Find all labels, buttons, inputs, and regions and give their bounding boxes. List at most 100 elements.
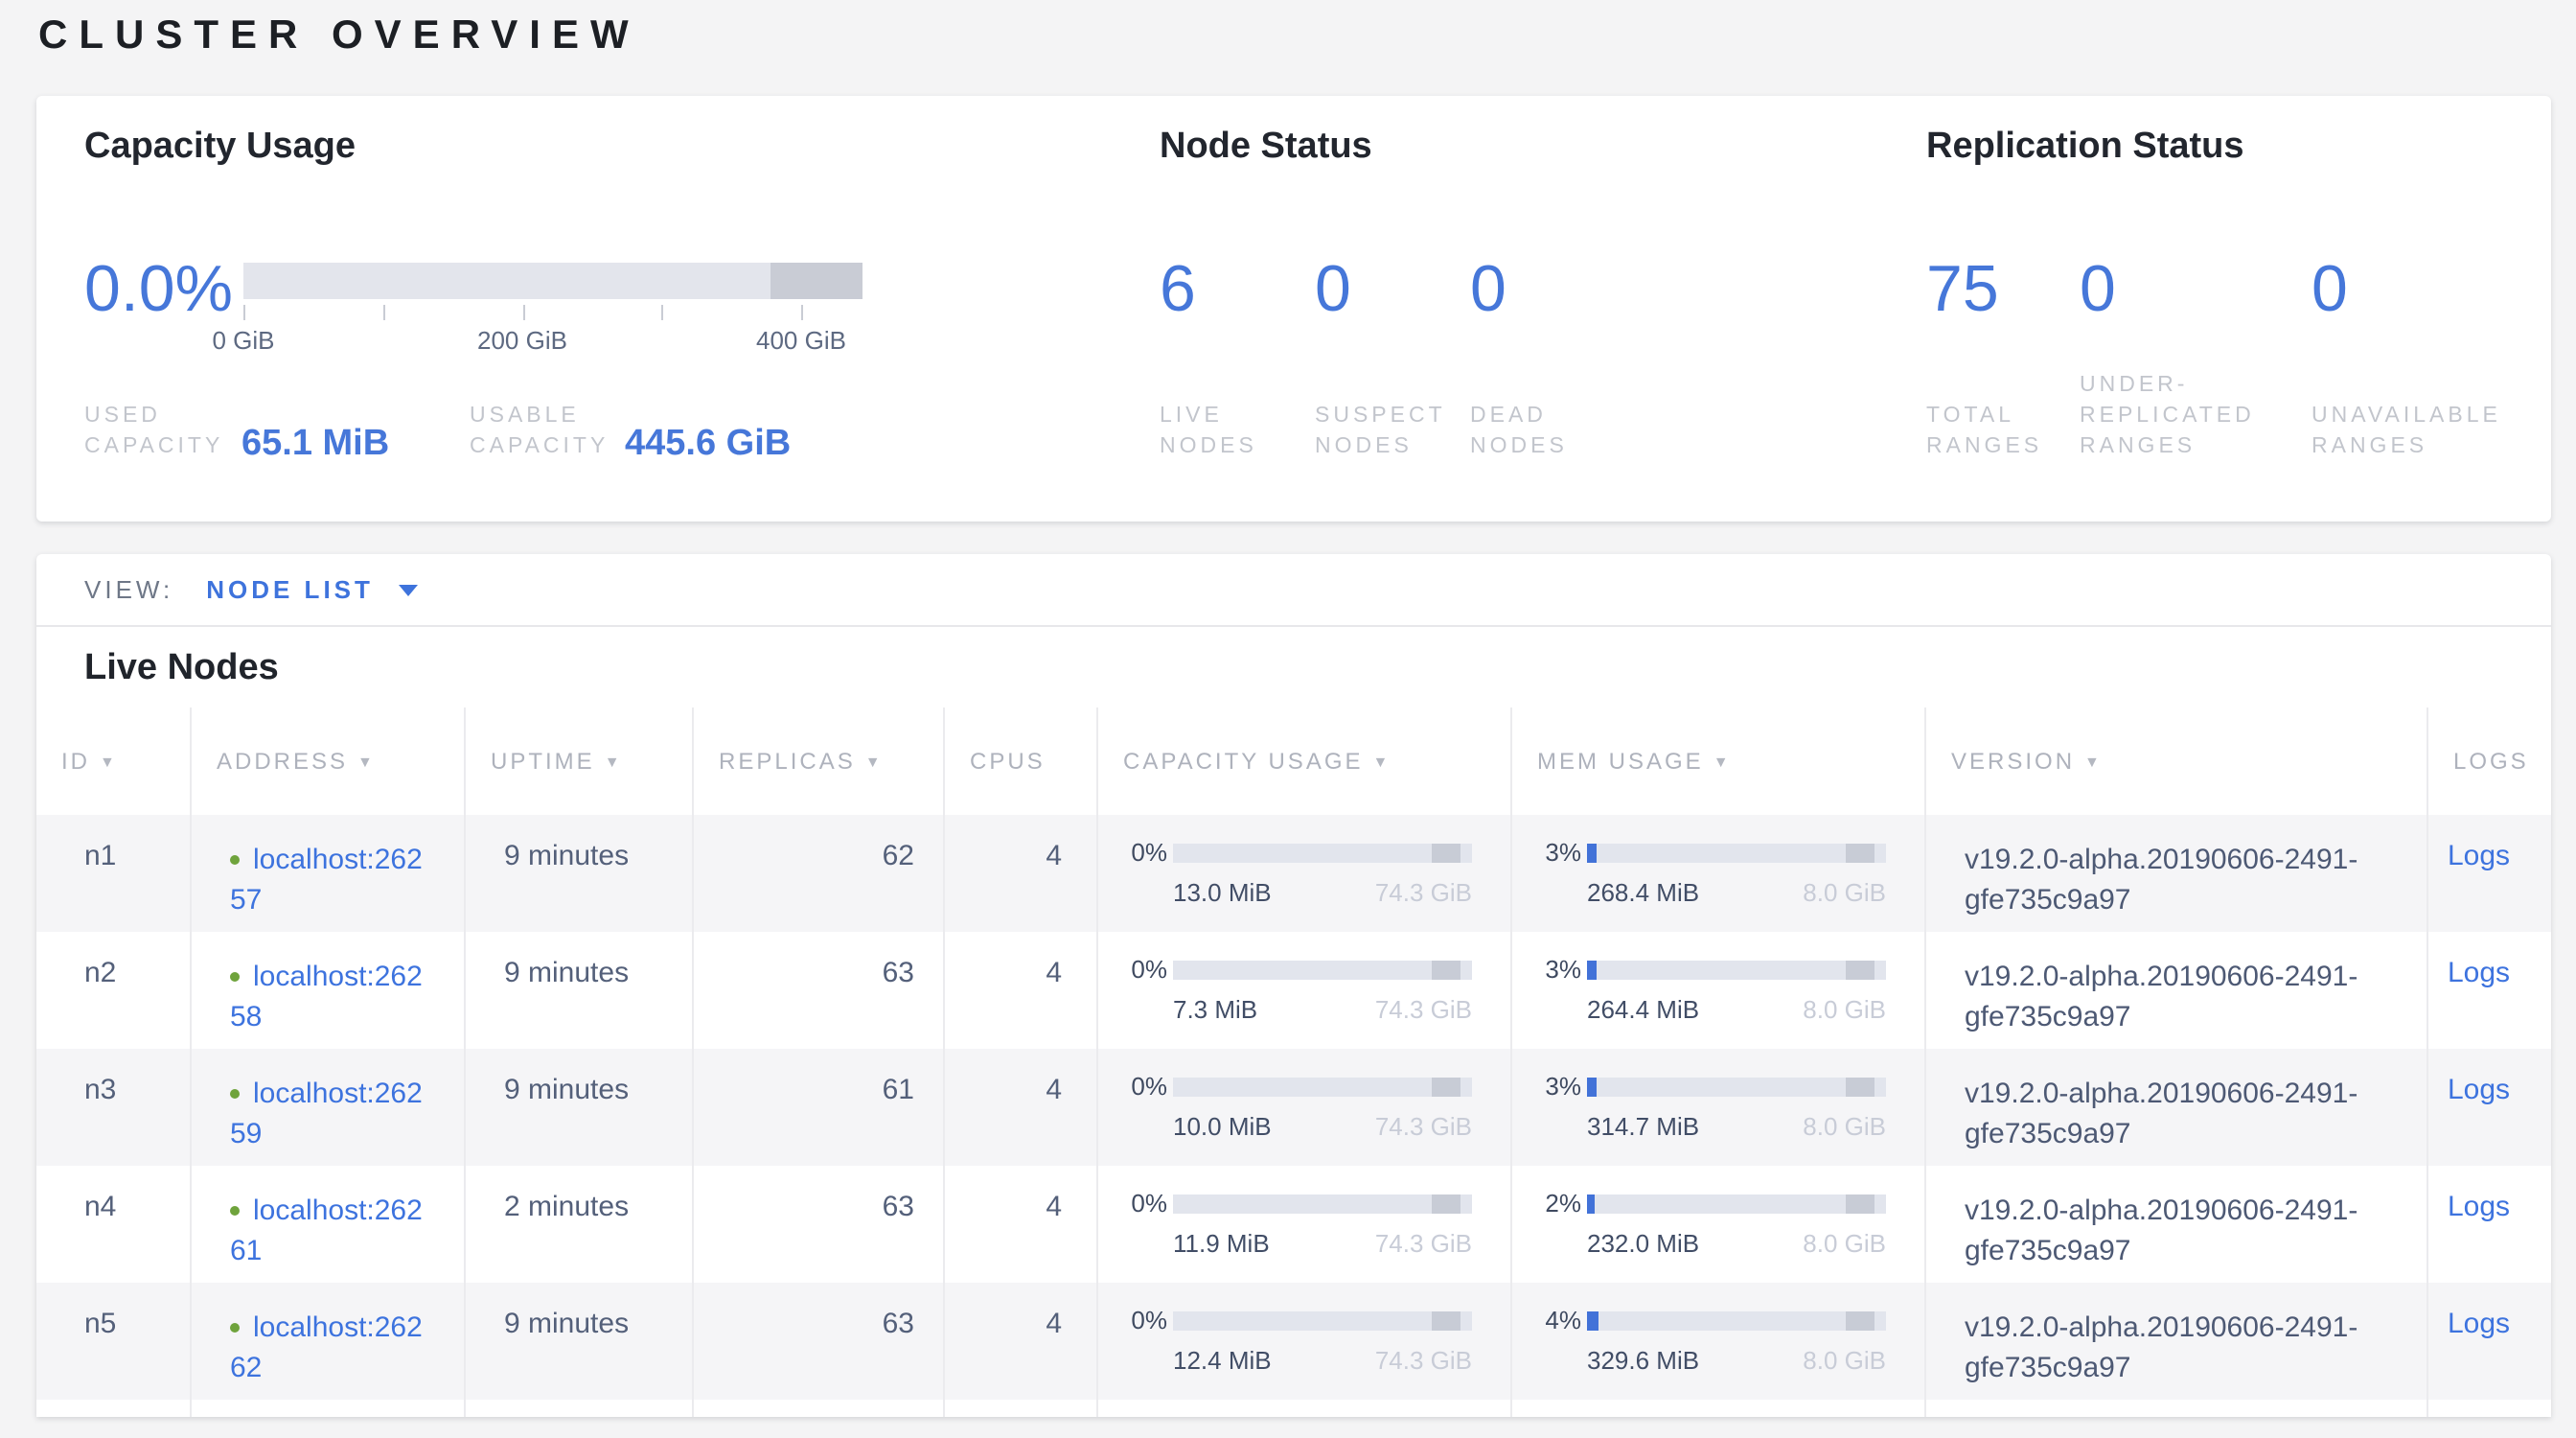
capacity-usage-values: 7.3 MiB74.3 GiB [1173, 995, 1472, 1024]
column-header-id[interactable]: ID▼ [36, 707, 190, 815]
capacity-usage-cell: 0% 11.9 MiB74.3 GiB [1096, 1166, 1510, 1283]
node-address-link[interactable]: localhost:26259 [230, 1078, 423, 1150]
mem-usage-bar-top: 3% [1539, 838, 1886, 867]
mem-usage-cell: 3%268.4 MiB8.0 GiB [1510, 815, 1924, 932]
table-row: n2localhost:262589 minutes6340%7.3 MiB74… [36, 932, 2551, 1049]
mem-usage-values: 264.4 MiB8.0 GiB [1587, 995, 1886, 1024]
table-cell-partial [943, 1400, 1096, 1417]
live-status-dot-icon [230, 1089, 240, 1099]
sort-caret-icon: ▼ [1373, 753, 1392, 770]
used-capacity-value: 65.1 MiB [242, 424, 389, 466]
under-replicated-ranges-value: 0 [2080, 257, 2116, 322]
mem-usage-dark-segment [1846, 1310, 1874, 1330]
column-header-uptime[interactable]: UPTIME▼ [464, 707, 692, 815]
mem-usage-max-value: 8.0 GiB [1803, 1229, 1886, 1258]
mem-usage-percent: 2% [1539, 1189, 1581, 1218]
capacity-usage-track [1173, 1310, 1472, 1330]
logs-link[interactable]: Logs [2448, 1308, 2510, 1340]
mem-usage-bar: 4%329.6 MiB8.0 GiB [1512, 1283, 1924, 1375]
capacity-usage-values: 13.0 MiB 74.3 GiB [1173, 878, 1472, 907]
mem-usage-track [1587, 843, 1886, 862]
mem-usage-track [1587, 1310, 1886, 1330]
dead-nodes-label: DEADNODES [1470, 401, 1568, 462]
node-address-link[interactable]: localhost:26257 [230, 844, 423, 916]
mem-usage-cell: 4%329.6 MiB8.0 GiB [1510, 1283, 1924, 1400]
capacity-usage-bar: 0% 11.9 MiB74.3 GiB [1098, 1166, 1510, 1258]
table-row: n5localhost:262629 minutes6340%12.4 MiB7… [36, 1283, 2551, 1400]
logs-cell: Logs [2426, 1283, 2551, 1400]
node-address-link[interactable]: localhost:26258 [230, 961, 423, 1033]
cluster-overview-page: CLUSTER OVERVIEW Capacity Usage Node Sta… [0, 0, 2576, 1438]
node-address-link[interactable]: localhost:26261 [230, 1194, 423, 1267]
column-header-label: CPUS [970, 748, 1046, 775]
mem-usage-bar: 3%268.4 MiB8.0 GiB [1512, 815, 1924, 907]
capacity-gauge: 0 GiB200 GiB400 GiB [243, 263, 862, 378]
usable-capacity-value: 445.6 GiB [625, 424, 791, 466]
column-header-address[interactable]: ADDRESS▼ [190, 707, 464, 815]
capacity-usage-percent: 0% [1125, 1306, 1167, 1334]
table-cell-partial [2426, 1400, 2551, 1417]
table-cell-partial [464, 1400, 692, 1417]
node-replicas: 61 [692, 1049, 943, 1166]
capacity-usage-track [1173, 1194, 1472, 1213]
capacity-usage-dark-segment [1432, 1077, 1460, 1096]
column-header-capacity-usage[interactable]: CAPACITY USAGE▼ [1096, 707, 1510, 815]
capacity-usage-max-value: 74.3 GiB [1375, 878, 1472, 907]
capacity-usage-cell: 0%10.0 MiB74.3 GiB [1096, 1049, 1510, 1166]
mem-usage-dark-segment [1846, 960, 1874, 979]
capacity-usage-values: 11.9 MiB74.3 GiB [1173, 1229, 1472, 1258]
sort-caret-icon: ▼ [865, 753, 884, 770]
node-cpus: 4 [943, 932, 1096, 1049]
mem-usage-values: 314.7 MiB8.0 GiB [1587, 1112, 1886, 1141]
sort-caret-icon: ▼ [1714, 753, 1732, 770]
node-uptime: 2 minutes [464, 1166, 692, 1283]
column-header-label: VERSION [1951, 748, 2075, 775]
gauge-tick [522, 305, 524, 320]
logs-link[interactable]: Logs [2448, 1074, 2510, 1106]
capacity-usage-dark-segment [1432, 1194, 1460, 1213]
logs-link[interactable]: Logs [2448, 840, 2510, 872]
live-status-dot-icon [230, 972, 240, 982]
capacity-usage-bar-top: 0% [1125, 1189, 1472, 1218]
gauge-tick-label: 400 GiB [756, 326, 846, 355]
capacity-usage-used-value: 12.4 MiB [1173, 1346, 1272, 1375]
node-id: n1 [36, 815, 190, 932]
view-dropdown[interactable]: NODE LIST [206, 575, 418, 604]
column-header-mem-usage[interactable]: MEM USAGE▼ [1510, 707, 1924, 815]
node-address-cell: localhost:26259 [190, 1049, 464, 1166]
total-ranges-value: 75 [1926, 257, 1999, 322]
usable-capacity-label: USABLECAPACITY [470, 401, 609, 462]
live-status-dot-icon [230, 1323, 240, 1333]
table-row: n1localhost:262579 minutes6240%13.0 MiB7… [36, 815, 2551, 932]
capacity-usage-bar-top: 0% [1125, 1072, 1472, 1101]
capacity-usage-used-value: 7.3 MiB [1173, 995, 1257, 1024]
column-header-cpus: CPUS [943, 707, 1096, 815]
capacity-usage-used-value: 13.0 MiB [1173, 878, 1272, 907]
column-header-version[interactable]: VERSION▼ [1924, 707, 2426, 815]
logs-link[interactable]: Logs [2448, 957, 2510, 989]
node-address-link[interactable]: localhost:26262 [230, 1311, 423, 1384]
sort-caret-icon: ▼ [605, 753, 623, 770]
mem-usage-percent: 3% [1539, 955, 1581, 984]
gauge-tick-label: 200 GiB [477, 326, 567, 355]
capacity-usage-cell: 0%13.0 MiB 74.3 GiB [1096, 815, 1510, 932]
mem-usage-values: 232.0 MiB8.0 GiB [1587, 1229, 1886, 1258]
cluster-summary-card: Capacity Usage Node Status Replication S… [36, 96, 2551, 522]
mem-usage-used-value: 268.4 MiB [1587, 878, 1699, 907]
mem-usage-fill [1587, 843, 1596, 862]
capacity-usage-percent: 0% [1125, 838, 1167, 867]
mem-usage-used-value: 264.4 MiB [1587, 995, 1699, 1024]
mem-usage-fill [1587, 1310, 1598, 1330]
mem-usage-fill [1587, 1194, 1595, 1213]
capacity-usage-bar-top: 0% [1125, 1306, 1472, 1334]
node-replicas: 62 [692, 815, 943, 932]
logs-link[interactable]: Logs [2448, 1191, 2510, 1223]
capacity-usage-bar-top: 0% [1125, 838, 1472, 867]
table-cell-partial [1510, 1400, 1924, 1417]
node-address-cell: localhost:26257 [190, 815, 464, 932]
node-status-title: Node Status [1160, 127, 1372, 169]
table-row: n3localhost:262599 minutes6140%10.0 MiB7… [36, 1049, 2551, 1166]
replication-status-title: Replication Status [1926, 127, 2244, 169]
column-header-replicas[interactable]: REPLICAS▼ [692, 707, 943, 815]
capacity-usage-cell: 0%12.4 MiB74.3 GiB [1096, 1283, 1510, 1400]
